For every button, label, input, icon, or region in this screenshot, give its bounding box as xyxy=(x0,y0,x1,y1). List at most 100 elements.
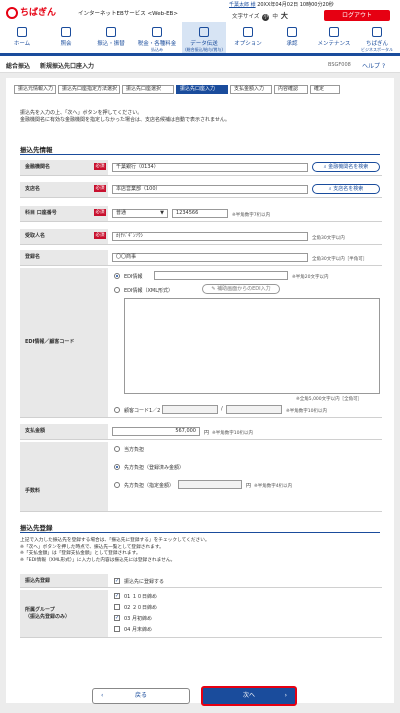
fee-recipient-registered-label: 先方負担（登録済み金額） xyxy=(124,465,185,471)
customer-code-1-field[interactable] xyxy=(162,405,218,414)
next-button[interactable]: 次へ › xyxy=(201,686,297,706)
font-medium-button[interactable]: 中 xyxy=(272,12,278,20)
step-5: 支払金額入力 xyxy=(230,85,272,94)
nav-option[interactable]: オプション xyxy=(228,22,268,53)
group-checkbox-4[interactable] xyxy=(114,626,120,632)
row-fee: 手数料 当方負担 先方負担（登録済み金額） 先方負担（指定金額） 円 ※半角数字… xyxy=(20,442,382,512)
edi-xml-note: ※全角5,000文字以内［全角可］ xyxy=(296,397,363,402)
help-label: ヘルプ xyxy=(362,63,381,70)
group-label-4: 04 月末締め xyxy=(124,627,152,633)
edi-option-label: EDI情報 xyxy=(124,274,143,280)
user-name[interactable]: 千葉太郎 様 xyxy=(229,2,256,8)
button-label: 金融機関名を検索 xyxy=(328,164,369,170)
section-divider xyxy=(20,532,380,533)
registered-name-field[interactable]: 〇〇商事 xyxy=(112,253,308,262)
required-badge: 必須 xyxy=(94,232,106,239)
recipient-field[interactable]: ｶ)ﾁﾊﾞｷﾞﾝｿｳｼ xyxy=(112,232,308,241)
section-divider xyxy=(20,154,380,155)
nav-business-portal[interactable]: ちばぎん ビジネスポータル xyxy=(356,22,398,53)
fee-note: ※半角数字4桁以内 xyxy=(254,484,293,489)
branch-search-button[interactable]: ⌕ 支店名を検索 xyxy=(312,184,380,194)
amount-field[interactable]: 567,000 xyxy=(112,427,200,436)
search-icon: ⌕ xyxy=(328,186,332,192)
nav-label: メンテナンス xyxy=(317,41,351,47)
bank-logo[interactable]: ちばぎん xyxy=(6,5,56,19)
note-line: 上記で入力した振込先を登録する場合は、「振込先に登録する」をチェックしてください… xyxy=(20,538,210,543)
fee-payer-radio[interactable] xyxy=(114,446,120,452)
row-branch: 支店名 必須 本店営業部（100） ⌕ 支店名を検索 xyxy=(20,182,382,198)
nav-label: 承認 xyxy=(286,41,298,47)
font-size-label: 文字サイズ xyxy=(232,14,260,20)
edi-helper-button[interactable]: ✎ 補助画面からのEDI入力 xyxy=(202,284,280,294)
screen-id: BSGF008 xyxy=(328,62,351,68)
sub-header: 総合振込 新規振込先口座入力 BSGF008 ヘルプ ? xyxy=(0,56,400,73)
nav-approval[interactable]: 承認 xyxy=(272,22,312,53)
step-1: 振込元情報入力 xyxy=(14,85,56,94)
logo-text: ちばぎん xyxy=(20,8,57,18)
fee-recipient-specified-radio[interactable] xyxy=(114,482,120,488)
register-checkbox[interactable]: ✓ xyxy=(114,578,120,584)
required-badge: 必須 xyxy=(94,209,106,216)
back-button[interactable]: ‹ 戻る xyxy=(92,688,190,704)
group-checkbox-2[interactable] xyxy=(114,604,120,610)
nav-transfer[interactable]: 振込・振替 xyxy=(90,22,132,53)
edi-xml-radio[interactable] xyxy=(114,287,120,293)
section-title-transfer-info: 振込先情報 xyxy=(20,146,53,154)
row-registered-name: 登録名 〇〇商事 全角30文字以内［半角可］ xyxy=(20,250,382,266)
customer-code-2-field[interactable] xyxy=(226,405,282,414)
nav-maintenance[interactable]: メンテナンス xyxy=(314,22,354,53)
amount-note: ※半角数字10桁以内 xyxy=(212,431,253,436)
fee-payer-label: 当方負担 xyxy=(124,447,145,453)
instruction-message: 振込先を入力の上、「次へ」ボタンを押してください。 金融機関名に有効な金融機関を… xyxy=(20,110,230,124)
service-name: インターネットEBサービス <Web-EB> xyxy=(78,11,178,17)
group-checkbox-3[interactable]: ✓ xyxy=(114,615,120,621)
bank-search-button[interactable]: ⌕ 金融機関名を検索 xyxy=(312,162,380,172)
fee-recipient-specified-label: 先方負担（指定金額） xyxy=(124,483,175,489)
fee-label: 手数料 xyxy=(20,442,108,511)
registered-name-note: 全角30文字以内［半角可］ xyxy=(312,257,368,262)
chevron-right-icon: › xyxy=(284,692,287,699)
chevron-down-icon: ▼ xyxy=(160,210,164,216)
edi-radio[interactable] xyxy=(114,273,120,279)
font-large-button[interactable]: 大 xyxy=(281,11,288,21)
note-line: ※「EDI情報（XML形式）」に入力した内容は振込先には登録されません。 xyxy=(20,557,176,563)
group-checkbox-1[interactable]: ✓ xyxy=(114,593,120,599)
font-small-button[interactable]: 小 xyxy=(262,14,270,21)
approval-icon xyxy=(287,27,297,37)
edi-xml-textarea[interactable] xyxy=(124,298,380,394)
step-7: 確定 xyxy=(310,85,340,94)
nav-sublabel: 払込み xyxy=(151,47,163,52)
back-label: 戻る xyxy=(134,692,147,699)
customer-code-radio[interactable] xyxy=(114,407,120,413)
fee-recipient-registered-radio[interactable] xyxy=(114,464,120,470)
section-name: 総合振込 xyxy=(6,63,31,70)
edi-field[interactable] xyxy=(154,271,288,280)
bank-field[interactable]: 千葉銀行（0134） xyxy=(112,163,308,172)
account-type-select[interactable]: 普通 ▼ xyxy=(112,209,168,218)
nav-label: 照会 xyxy=(60,41,72,47)
nav-inquiry[interactable]: 照会 xyxy=(46,22,86,53)
portal-icon xyxy=(372,27,382,37)
required-badge: 必須 xyxy=(94,163,106,170)
branch-field[interactable]: 本店営業部（100） xyxy=(112,185,308,194)
account-type-value: 普通 xyxy=(116,210,127,216)
nav-label: ホーム xyxy=(13,41,31,47)
nav-tax-payment[interactable]: 税金・各種料金 払込み xyxy=(134,22,180,53)
edi-xml-option-label: EDI情報（XML形式） xyxy=(124,288,174,294)
nav-data-transmission[interactable]: データ伝送 (総合振込/給与/賞与) xyxy=(182,22,226,53)
inquiry-icon xyxy=(61,27,71,37)
account-number-field[interactable]: 1234566 xyxy=(172,209,228,218)
user-info: 千葉太郎 様 20XX年04月02日 10時00分20秒 xyxy=(229,1,334,8)
nav-home[interactable]: ホーム xyxy=(2,22,42,53)
step-6: 内容確認 xyxy=(274,85,308,94)
header: ちばぎん インターネットEBサービス <Web-EB> 千葉太郎 様 20XX年… xyxy=(0,0,400,22)
edi-label: EDI情報／顧客コード xyxy=(20,268,108,417)
row-group: 所属グループ （振込先登録のみ） ✓ 01 １０日締め 02 ２０日締め ✓ 0… xyxy=(20,590,382,638)
button-label: 補助画面からのEDI入力 xyxy=(217,286,271,292)
section-title-registration: 振込先登録 xyxy=(20,524,53,532)
help-link[interactable]: ヘルプ ? xyxy=(362,61,385,70)
edi-note: ※半角20文字以内 xyxy=(292,275,329,280)
logout-button[interactable]: ログアウト xyxy=(324,10,390,21)
fee-amount-field[interactable] xyxy=(178,480,242,489)
font-size-control: 文字サイズ小中大 xyxy=(229,11,288,21)
